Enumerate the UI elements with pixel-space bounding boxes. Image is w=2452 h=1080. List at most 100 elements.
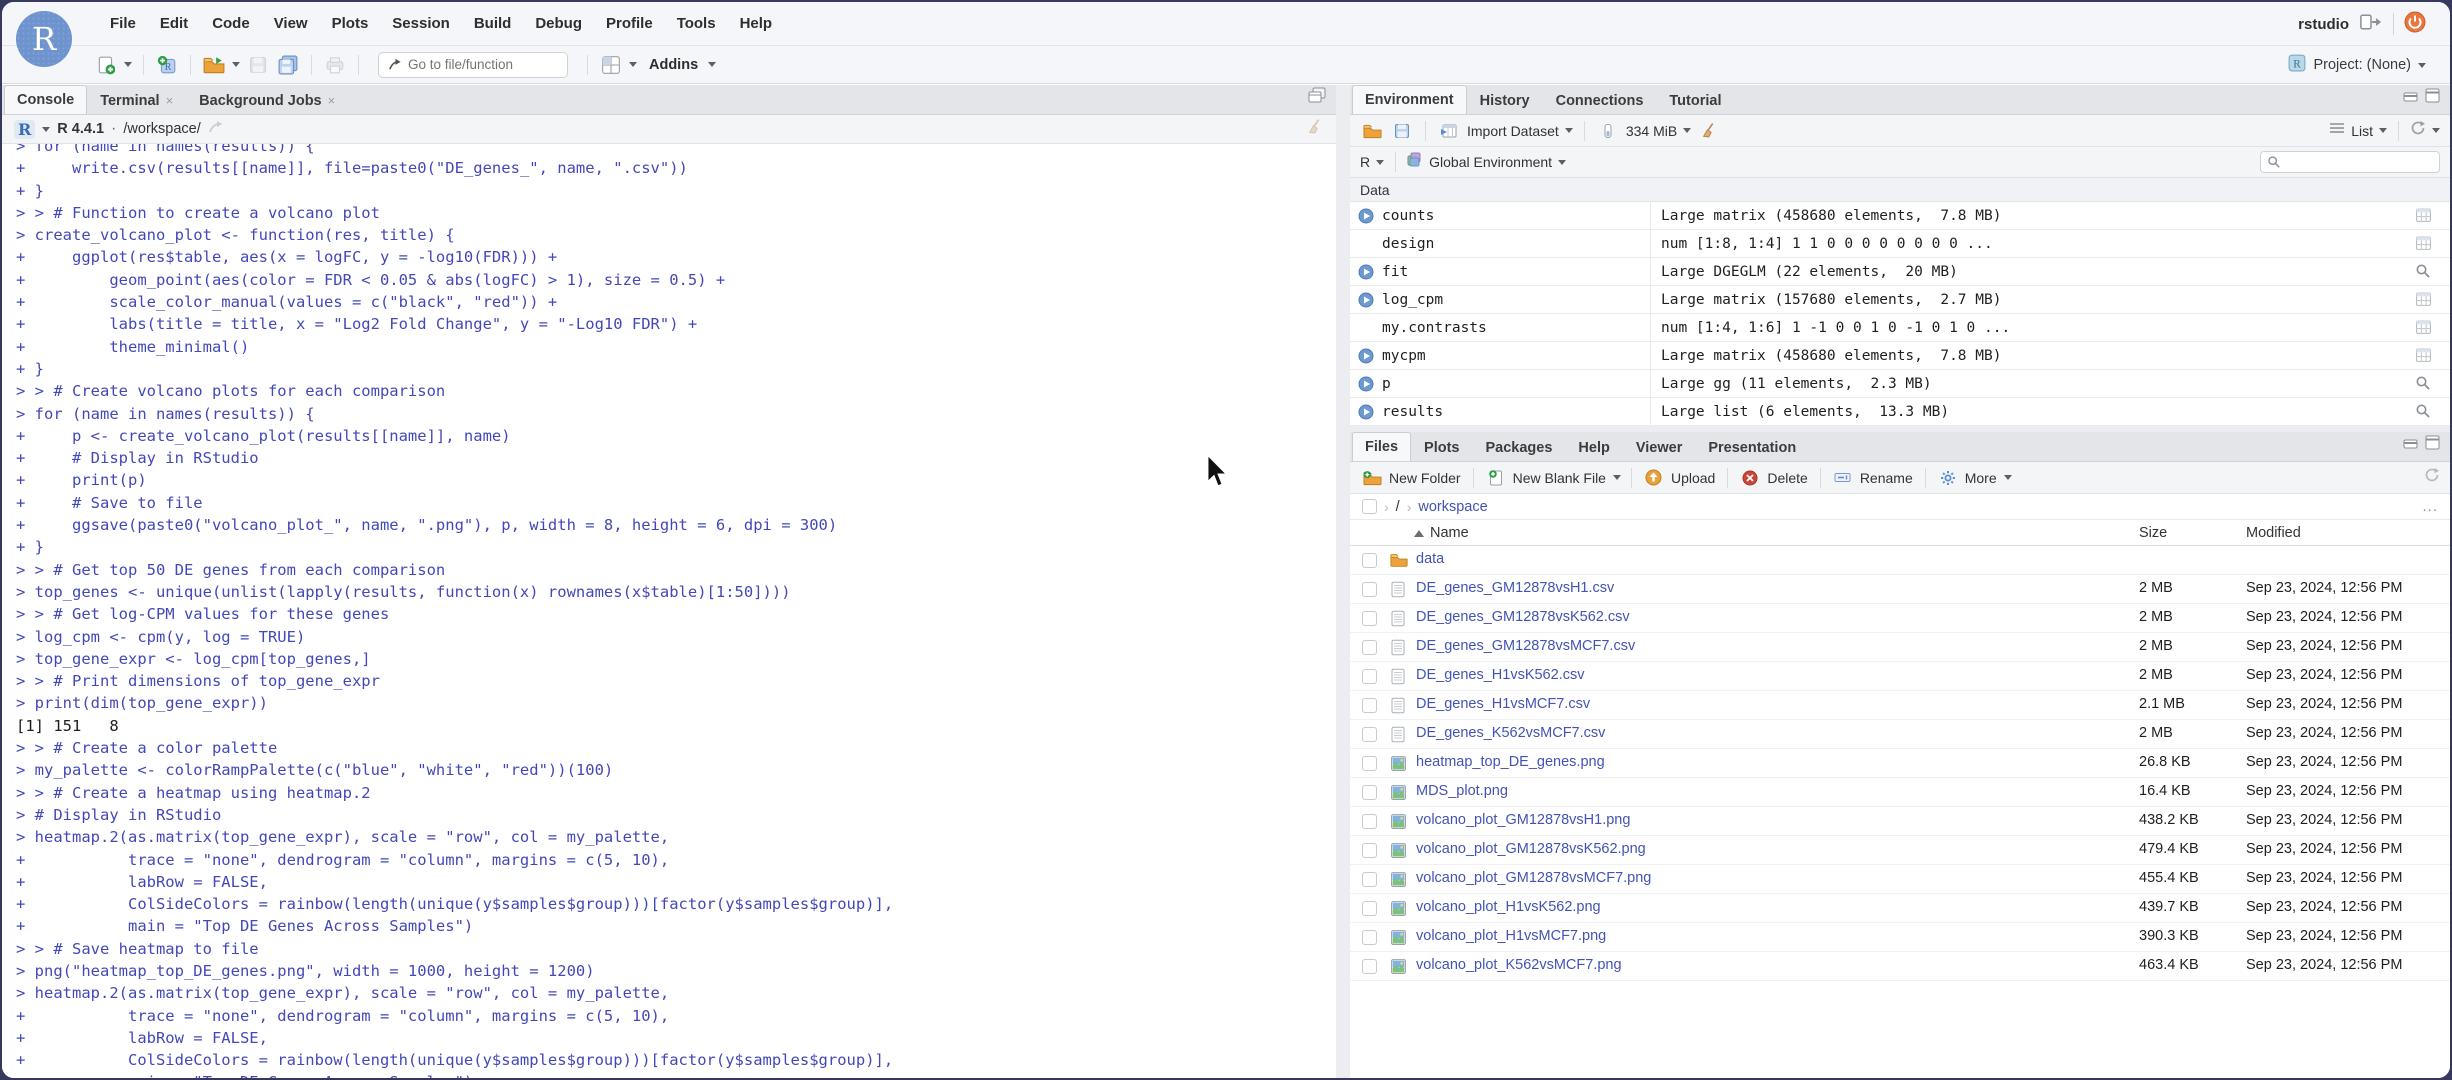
- file-checkbox[interactable]: [1362, 959, 1377, 974]
- environment-tab-history[interactable]: History: [1467, 86, 1543, 114]
- list-view-caret[interactable]: [2379, 128, 2387, 133]
- new-file-dropdown-caret[interactable]: [124, 62, 132, 67]
- menu-tools[interactable]: Tools: [665, 9, 728, 38]
- maximize-pane-icon[interactable]: [2425, 435, 2440, 455]
- clear-console-icon[interactable]: [1307, 118, 1324, 140]
- column-name[interactable]: Name: [1414, 525, 1469, 541]
- refresh-caret[interactable]: [2432, 128, 2440, 133]
- panes-dropdown-caret[interactable]: [629, 62, 637, 67]
- file-row[interactable]: volcano_plot_GM12878vsK562.png 479.4 KB Se…: [1350, 836, 2450, 865]
- file-checkbox[interactable]: [1362, 553, 1377, 568]
- project-dropdown-caret[interactable]: [2418, 62, 2426, 68]
- more-caret[interactable]: [2003, 475, 2012, 480]
- file-name-link[interactable]: heatmap_top_DE_genes.png: [1416, 754, 1605, 770]
- files-tab-presentation[interactable]: Presentation: [1695, 433, 1809, 461]
- minimize-pane-icon[interactable]: [2403, 89, 2419, 108]
- menu-profile[interactable]: Profile: [594, 9, 665, 38]
- file-row-folder[interactable]: data: [1350, 546, 2450, 575]
- goto-file-input[interactable]: [408, 57, 548, 72]
- file-name-link[interactable]: volcano_plot_K562vsMCF7.png: [1416, 957, 1622, 973]
- maximize-pane-icon[interactable]: [1308, 87, 1326, 108]
- select-all-checkbox[interactable]: [1362, 499, 1377, 514]
- addins-dropdown-caret[interactable]: [708, 62, 717, 67]
- new-folder-button[interactable]: New Folder: [1389, 470, 1461, 486]
- environment-tab-tutorial[interactable]: Tutorial: [1656, 86, 1734, 114]
- project-menu[interactable]: Project: (None): [2313, 57, 2411, 73]
- file-row[interactable]: DE_genes_K562vsMCF7.csv 2 MB Sep 23, 2024,…: [1350, 720, 2450, 749]
- column-size[interactable]: Size: [2139, 525, 2167, 541]
- inspect-object-icon[interactable]: [2415, 403, 2432, 420]
- workspace-panes-icon[interactable]: [599, 53, 623, 77]
- addins-label[interactable]: Addins: [649, 57, 698, 73]
- console-output-area[interactable]: > for (name in names(results)) {+ write.…: [2, 144, 1336, 1078]
- save-workspace-icon[interactable]: [1390, 119, 1414, 143]
- expand-object-icon[interactable]: [1358, 292, 1374, 308]
- inspect-object-icon[interactable]: [2415, 263, 2432, 280]
- files-tab-help[interactable]: Help: [1565, 433, 1622, 461]
- environment-scope-selector[interactable]: Global Environment: [1429, 154, 1552, 170]
- breadcrumb-ellipsis[interactable]: ...: [2422, 498, 2438, 515]
- column-modified[interactable]: Modified: [2246, 525, 2301, 541]
- view-table-icon[interactable]: [2415, 207, 2432, 224]
- file-checkbox[interactable]: [1362, 611, 1377, 626]
- file-row[interactable]: volcano_plot_GM12878vsH1.png 438.2 KB Sep …: [1350, 807, 2450, 836]
- memory-caret[interactable]: [1683, 128, 1692, 133]
- file-checkbox[interactable]: [1362, 727, 1377, 742]
- menu-code[interactable]: Code: [200, 9, 262, 38]
- minimize-pane-icon[interactable]: [2403, 436, 2419, 455]
- view-table-icon[interactable]: [2415, 235, 2432, 252]
- menu-build[interactable]: Build: [462, 9, 524, 38]
- more-button[interactable]: More: [1965, 470, 1997, 486]
- sign-out-icon[interactable]: [2359, 13, 2383, 36]
- save-all-icon[interactable]: [276, 53, 300, 77]
- menu-plots[interactable]: Plots: [320, 9, 381, 38]
- environment-object-row[interactable]: log_cpm Large matrix (157680 elements, 2.…: [1350, 285, 2450, 314]
- view-table-icon[interactable]: [2415, 347, 2432, 364]
- memory-usage-label[interactable]: 334 MiB: [1626, 123, 1677, 139]
- file-name-link[interactable]: DE_genes_K562vsMCF7.csv: [1416, 725, 1605, 741]
- file-row[interactable]: volcano_plot_H1vsK562.png 439.7 KB Sep 23,…: [1350, 894, 2450, 923]
- environment-search-box[interactable]: [2260, 151, 2440, 173]
- file-name-link[interactable]: volcano_plot_H1vsK562.png: [1416, 899, 1601, 915]
- r-language-icon[interactable]: R: [14, 119, 36, 139]
- file-name-link[interactable]: volcano_plot_GM12878vsMCF7.png: [1416, 870, 1651, 886]
- language-caret[interactable]: [1376, 159, 1385, 165]
- menu-edit[interactable]: Edit: [148, 9, 200, 38]
- files-tab-packages[interactable]: Packages: [1473, 433, 1566, 461]
- file-checkbox[interactable]: [1362, 930, 1377, 945]
- new-blank-file-button[interactable]: New Blank File: [1513, 470, 1606, 486]
- environment-object-row[interactable]: counts Large matrix (458680 elements, 7.8…: [1350, 201, 2450, 230]
- file-name-link[interactable]: DE_genes_H1vsK562.csv: [1416, 667, 1584, 683]
- new-file-icon[interactable]: [94, 53, 118, 77]
- vertical-splitter[interactable]: [1336, 85, 1350, 1078]
- breadcrumb-root[interactable]: /: [1396, 499, 1400, 515]
- files-tab-files[interactable]: Files: [1352, 432, 1412, 461]
- expand-object-icon[interactable]: [1358, 376, 1374, 392]
- rename-button[interactable]: Rename: [1860, 470, 1913, 486]
- file-checkbox[interactable]: [1362, 698, 1377, 713]
- inspect-object-icon[interactable]: [2415, 375, 2432, 392]
- breadcrumb-folder[interactable]: workspace: [1418, 499, 1487, 515]
- file-name-link[interactable]: DE_genes_GM12878vsMCF7.csv: [1416, 638, 1635, 654]
- environment-object-row[interactable]: fit Large DGEGLM (22 elements, 20 MB): [1350, 257, 2450, 286]
- expand-object-icon[interactable]: [1358, 264, 1374, 280]
- files-tab-viewer[interactable]: Viewer: [1623, 433, 1696, 461]
- file-row[interactable]: volcano_plot_GM12878vsMCF7.png 455.4 KB Se…: [1350, 865, 2450, 894]
- file-row[interactable]: DE_genes_GM12878vsK562.csv 2 MB Sep 23, 20…: [1350, 604, 2450, 633]
- file-checkbox[interactable]: [1362, 872, 1377, 887]
- menu-session[interactable]: Session: [380, 9, 462, 38]
- file-checkbox[interactable]: [1362, 785, 1377, 800]
- console-tab-terminal[interactable]: Terminal ×: [87, 86, 186, 114]
- environment-tab-environment[interactable]: Environment: [1352, 85, 1467, 114]
- file-checkbox[interactable]: [1362, 756, 1377, 771]
- environment-object-row[interactable]: my.contrasts num [1:4, 1:6] 1 -1 0 0 1 0 …: [1350, 313, 2450, 342]
- import-dataset-button[interactable]: Import Dataset: [1467, 123, 1559, 139]
- files-tab-plots[interactable]: Plots: [1411, 433, 1472, 461]
- menu-file[interactable]: File: [98, 9, 148, 38]
- clear-objects-icon[interactable]: [1697, 119, 1721, 143]
- view-table-icon[interactable]: [2415, 319, 2432, 336]
- maximize-pane-icon[interactable]: [2425, 88, 2440, 108]
- expand-object-icon[interactable]: [1358, 348, 1374, 364]
- menu-debug[interactable]: Debug: [523, 9, 594, 38]
- view-table-icon[interactable]: [2415, 291, 2432, 308]
